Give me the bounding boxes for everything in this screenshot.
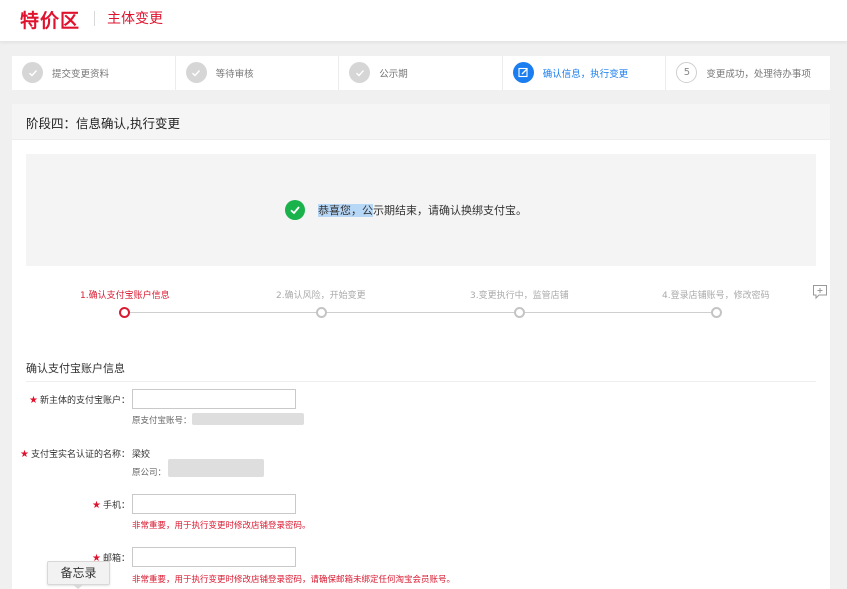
step-label: 提交变更资料 [52,69,110,80]
original-alipay-hint: 原支付宝账号： [132,416,192,426]
alipay-account-input[interactable] [132,389,296,409]
stage-title: 阶段四：信息确认,执行变更 [26,116,180,131]
substep-label-2: 2.确认风险，开始变更 [276,291,366,301]
top-bar: 特价区 主体变更 [0,0,847,42]
substep-label-1: 1.确认支付宝账户信息 [80,291,170,301]
substep-label-3: 3.变更执行中，监管店铺 [470,291,569,301]
phone-label: ★ 手机： [92,500,130,511]
step-confirm-execute: 确认信息，执行变更 [502,56,667,90]
step-public-notice: 公示期 [339,56,503,90]
phone-input[interactable] [132,494,296,514]
step-label: 确认信息，执行变更 [542,69,629,80]
substep-label-4: 4.登录店铺账号，修改密码 [662,291,770,301]
step-submit-materials: 提交变更资料 [12,56,176,90]
realname-value: 梁姣 [132,450,151,460]
notice-message: 恭喜您，公示期结束，请确认换绑支付宝。 [318,202,527,218]
realname-label: ★ 支付宝实名认证的名称： [20,449,130,460]
progress-steps: 提交变更资料 等待审核 公示期 确认信息，执行变更 5 变更成功，处理待办事项 [12,56,830,90]
memo-button[interactable]: 备忘录 [47,561,110,585]
email-hint: 非常重要，用于执行变更时修改店铺登录密码，请确保邮箱未绑定任何淘宝会员账号。 [132,575,456,585]
success-notice: 恭喜您，公示期结束，请确认换绑支付宝。 [26,154,816,266]
section-divider [26,381,816,382]
masked-original-company [168,459,264,477]
step-change-success: 5 变更成功，处理待办事项 [666,56,830,90]
check-icon [349,62,371,83]
alipay-account-label: ★ 新主体的支付宝账户： [29,395,130,406]
step-wait-review: 等待审核 [175,56,340,90]
email-input[interactable] [132,547,296,567]
section-title: 确认支付宝账户信息 [26,362,125,375]
required-mark: ★ [20,449,29,460]
substep-dot-2 [316,307,327,318]
substep-dot-1 [119,307,130,318]
step-label: 公示期 [379,69,408,80]
check-icon [22,62,43,83]
notice-text-rest: 示期结束，请确认换绑支付宝。 [373,204,527,217]
required-mark: ★ [29,395,38,406]
page-title: 主体变更 [107,11,163,27]
success-check-icon [285,200,305,220]
main-panel: 阶段四：信息确认,执行变更 恭喜您，公示期结束，请确认换绑支付宝。 1.确认支付… [12,104,830,589]
step-label: 等待审核 [215,69,254,80]
masked-original-account [192,413,304,425]
notice-text-selected: 恭喜您，公 [318,204,373,217]
brand-logo[interactable]: 特价区 [20,6,80,33]
phone-hint: 非常重要，用于执行变更时修改店铺登录密码。 [132,521,311,531]
step-label: 变更成功，处理待办事项 [706,69,811,80]
step-number: 5 [676,62,698,83]
memo-tail [72,584,84,589]
stage-header: 阶段四：信息确认,执行变更 [12,104,830,140]
feedback-chat-icon[interactable] [812,284,828,300]
edit-icon [512,62,534,83]
required-mark: ★ [92,500,101,511]
substep-dot-4 [711,307,722,318]
check-icon [185,62,207,83]
original-company-hint: 原公司： [132,468,167,478]
substep-track [124,312,718,313]
brand-divider [94,11,95,26]
substep-dot-3 [514,307,525,318]
